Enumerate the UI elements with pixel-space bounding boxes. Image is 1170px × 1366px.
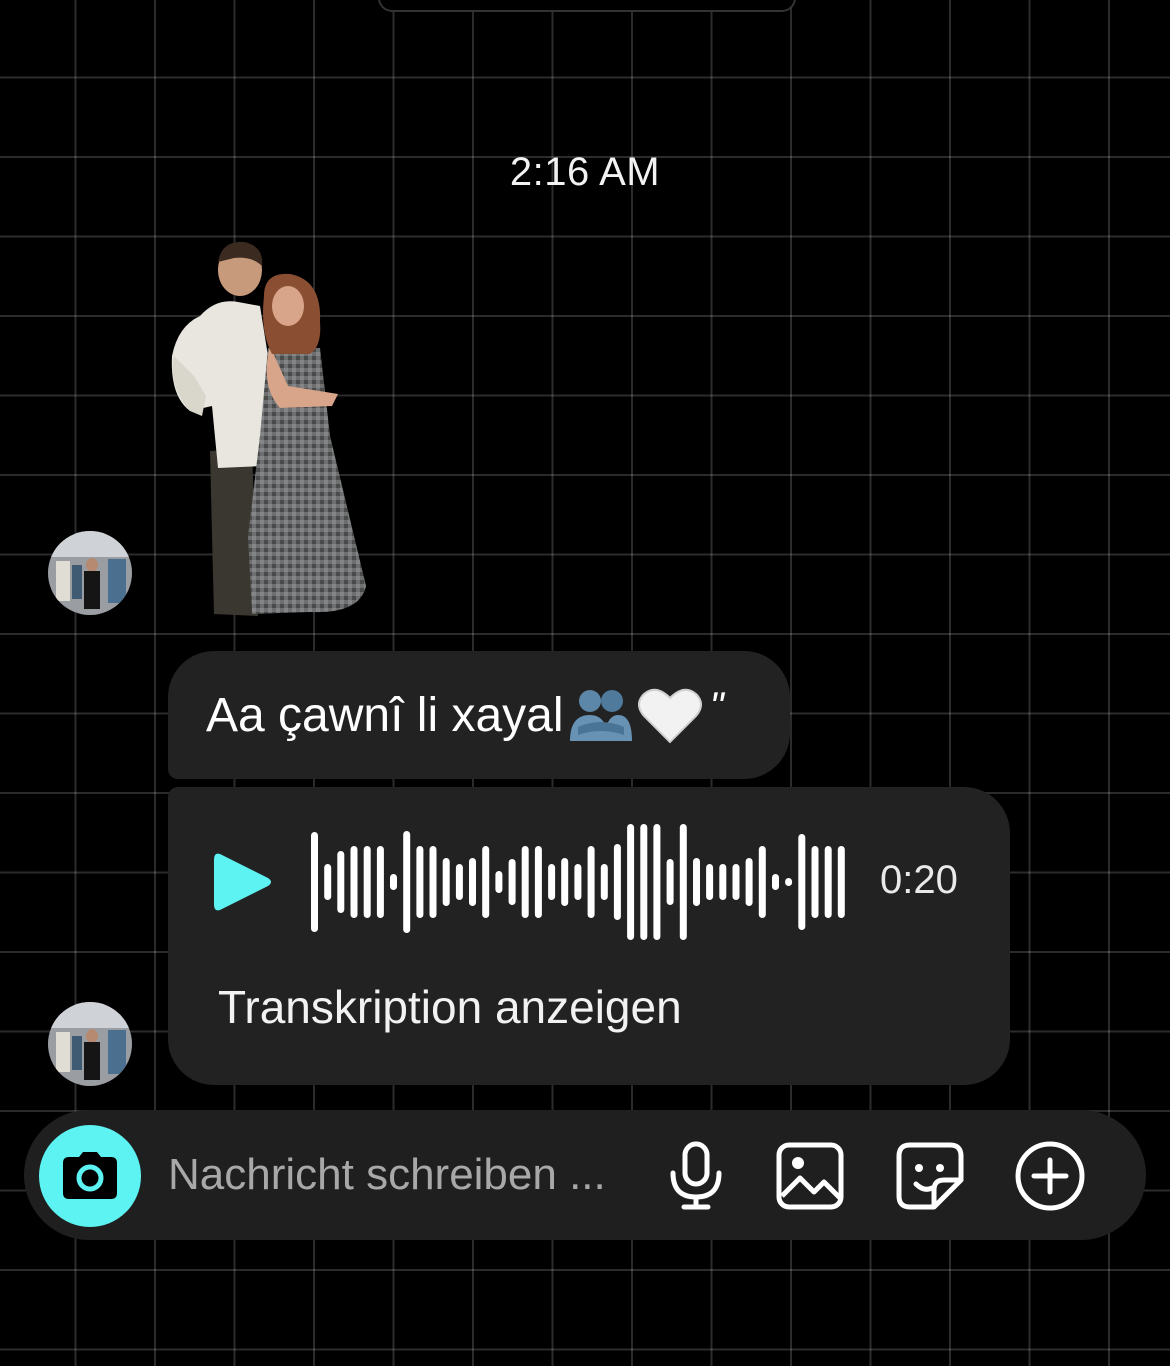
waveform-bar [521, 846, 529, 918]
waveform-bar [600, 864, 608, 900]
message-timestamp: 2:16 AM [509, 150, 661, 194]
waveform-bar [442, 858, 450, 906]
sender-avatar[interactable] [48, 1002, 132, 1086]
waveform-bar [693, 858, 700, 906]
waveform-bar [574, 864, 582, 900]
voice-duration: 0:20 [880, 858, 958, 902]
waveform-bar [627, 824, 635, 940]
waveform-bar [772, 874, 779, 890]
waveform-bar [679, 824, 687, 940]
play-button[interactable] [210, 848, 274, 916]
plus-circle-icon [1015, 1141, 1085, 1211]
waveform-bar [363, 846, 371, 918]
waveform-bar [350, 846, 358, 918]
waveform-bar [732, 864, 740, 900]
camera-icon [63, 1152, 117, 1199]
text-message-bubble[interactable]: Aa çawnî li xayal " [168, 651, 790, 779]
waveform-bar [311, 832, 318, 932]
waveform-bar [745, 858, 753, 906]
waveform-bar [429, 846, 437, 918]
waveform-bar [534, 846, 542, 918]
waveform-bar [587, 846, 595, 918]
waveform-bar [798, 834, 806, 930]
waveform-bar [640, 824, 648, 940]
waveform-bar [653, 824, 661, 940]
gallery-icon [776, 1142, 844, 1210]
show-transcription-link[interactable]: Transkription anzeigen [218, 980, 682, 1034]
sticker-icon [896, 1142, 964, 1210]
waveform-bar [403, 831, 411, 933]
waveform-bar [758, 846, 766, 918]
waveform-bar [390, 874, 397, 890]
microphone-icon [670, 1141, 722, 1210]
microphone-button[interactable] [658, 1138, 734, 1214]
camera-button[interactable] [39, 1125, 141, 1227]
waveform-bar [706, 864, 714, 900]
play-icon [214, 853, 271, 911]
white-heart-icon [637, 686, 702, 744]
waveform-bar [337, 851, 345, 913]
waveform-bar [837, 846, 845, 918]
audio-waveform[interactable] [310, 820, 850, 944]
message-quote-mark: " [709, 685, 724, 729]
sender-avatar[interactable] [48, 531, 132, 615]
waveform-bar [469, 858, 476, 906]
message-text: Aa çawnî li xayal [206, 688, 564, 742]
waveform-bar [495, 871, 503, 893]
sticker-button[interactable] [892, 1138, 968, 1214]
people-hugging-icon [568, 687, 634, 743]
waveform-bar [508, 859, 516, 905]
waveform-bar [324, 864, 332, 900]
waveform-bar [613, 844, 621, 920]
waveform-bar [785, 878, 793, 886]
waveform-bar [455, 864, 463, 900]
waveform-bar [416, 846, 424, 918]
waveform-bar [548, 864, 556, 900]
waveform-bar [376, 846, 384, 918]
couple-sticker-image[interactable] [160, 236, 390, 621]
waveform-bar [824, 846, 832, 918]
waveform-bar [561, 858, 569, 906]
add-button[interactable] [1012, 1138, 1088, 1214]
waveform-bar [666, 859, 674, 905]
waveform-bar [719, 864, 727, 900]
top-bar-edge [378, 0, 796, 12]
waveform-bar [482, 846, 490, 918]
message-input[interactable] [168, 1142, 638, 1208]
gallery-button[interactable] [772, 1138, 848, 1214]
waveform-bar [811, 846, 819, 918]
